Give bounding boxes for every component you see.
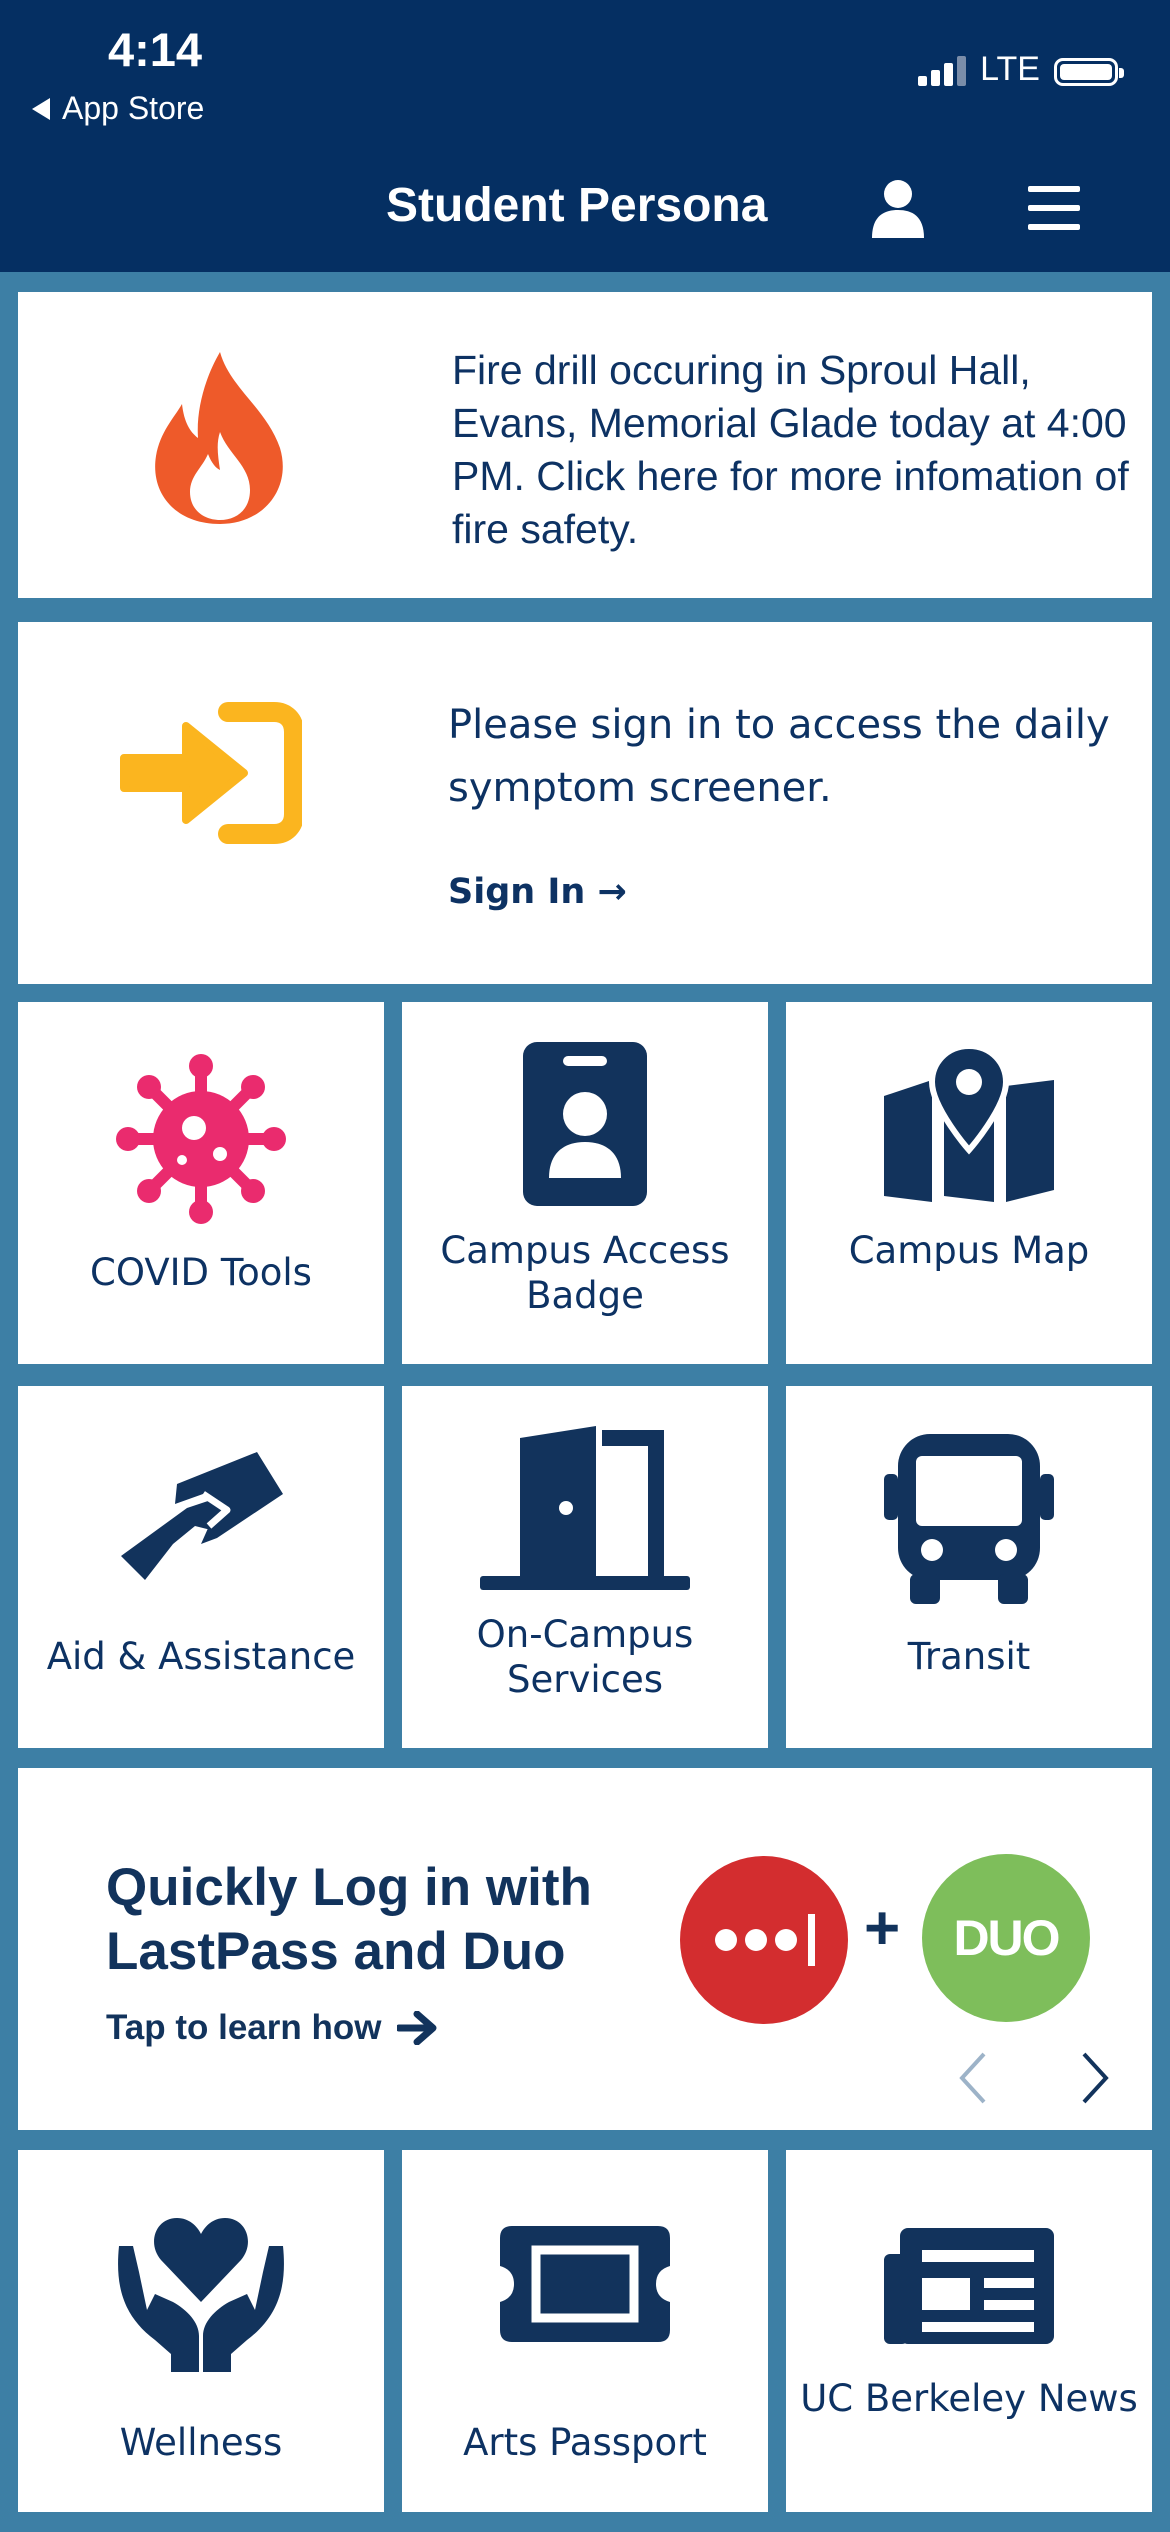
fire-icon xyxy=(146,348,294,532)
tile-label: UC Berkeley News xyxy=(800,2377,1138,2420)
signal-icon xyxy=(918,56,967,86)
newspaper-icon xyxy=(786,2228,1152,2344)
sign-in-message: Please sign in to access the daily sympt… xyxy=(448,702,1110,811)
tile-label: Campus Access Badge xyxy=(440,1229,730,1317)
tile-wellness[interactable]: Wellness xyxy=(18,2150,384,2512)
alert-message: Fire drill occuring in Sproul Hall, Evan… xyxy=(452,347,1129,552)
plus-sign: + xyxy=(864,1894,901,1963)
arrow-right-icon xyxy=(395,2010,437,2046)
battery-icon xyxy=(1054,58,1124,86)
tile-on-campus-services[interactable]: On-Campus Services xyxy=(402,1386,768,1748)
promo-subtitle-row[interactable]: Tap to learn how xyxy=(106,2008,439,2048)
bus-icon xyxy=(786,1434,1152,1604)
hamburger-menu-icon[interactable] xyxy=(1026,180,1082,236)
promo-subtitle: Tap to learn how xyxy=(106,2008,382,2047)
back-to-app-store[interactable]: App Store xyxy=(32,90,204,127)
tile-label: Arts Passport xyxy=(463,2421,707,2464)
back-triangle-icon xyxy=(32,97,50,120)
virus-icon xyxy=(18,1054,384,1224)
tile-label: Transit xyxy=(907,1635,1031,1678)
page-title: Student Persona xyxy=(386,179,768,232)
sign-in-card: Please sign in to access the daily sympt… xyxy=(18,622,1152,984)
id-badge-icon xyxy=(402,1042,768,1206)
heart-hands-icon xyxy=(18,2206,384,2372)
door-icon xyxy=(402,1426,768,1590)
tile-campus-access-badge[interactable]: Campus Access Badge xyxy=(402,1002,768,1364)
lastpass-logo-icon xyxy=(680,1856,848,2024)
tile-campus-map[interactable]: Campus Map xyxy=(786,1002,1152,1364)
tile-label: Campus Map xyxy=(848,1229,1090,1272)
status-indicators: LTE xyxy=(918,50,1124,88)
app-header: 4:14 App Store LTE Student Persona xyxy=(0,0,1170,272)
back-label: App Store xyxy=(62,90,205,126)
sign-in-arrow-icon xyxy=(116,702,304,848)
fire-drill-alert[interactable]: Fire drill occuring in Sproul Hall, Evan… xyxy=(18,292,1152,598)
tile-arts-passport[interactable]: Arts Passport xyxy=(402,2150,768,2512)
tile-label: On-Campus Services xyxy=(476,1613,694,1701)
map-pin-icon xyxy=(786,1046,1152,1202)
duo-logo-text: DUO xyxy=(953,1910,1060,1966)
user-icon[interactable] xyxy=(866,176,930,240)
tile-label: Wellness xyxy=(119,2421,283,2464)
handshake-icon xyxy=(18,1446,384,1586)
status-time: 4:14 xyxy=(108,23,203,76)
tile-transit[interactable]: Transit xyxy=(786,1386,1152,1748)
ticket-icon xyxy=(402,2226,768,2342)
carousel-next-icon[interactable] xyxy=(1080,2052,1110,2108)
promo-carousel[interactable]: Quickly Log in with LastPass and Duo Tap… xyxy=(18,1768,1152,2130)
tile-uc-berkeley-news[interactable]: UC Berkeley News xyxy=(786,2150,1152,2512)
sign-in-link[interactable]: Sign In → xyxy=(448,872,627,912)
tile-label: COVID Tools xyxy=(90,1251,312,1294)
duo-logo-icon: DUO xyxy=(922,1854,1090,2022)
promo-title: Quickly Log in with LastPass and Duo xyxy=(106,1858,592,1981)
tile-covid-tools[interactable]: COVID Tools xyxy=(18,1002,384,1364)
network-type: LTE xyxy=(980,50,1040,88)
tile-label: Aid & Assistance xyxy=(46,1635,356,1678)
carousel-prev-icon[interactable] xyxy=(958,2052,988,2108)
tile-aid-assistance[interactable]: Aid & Assistance xyxy=(18,1386,384,1748)
